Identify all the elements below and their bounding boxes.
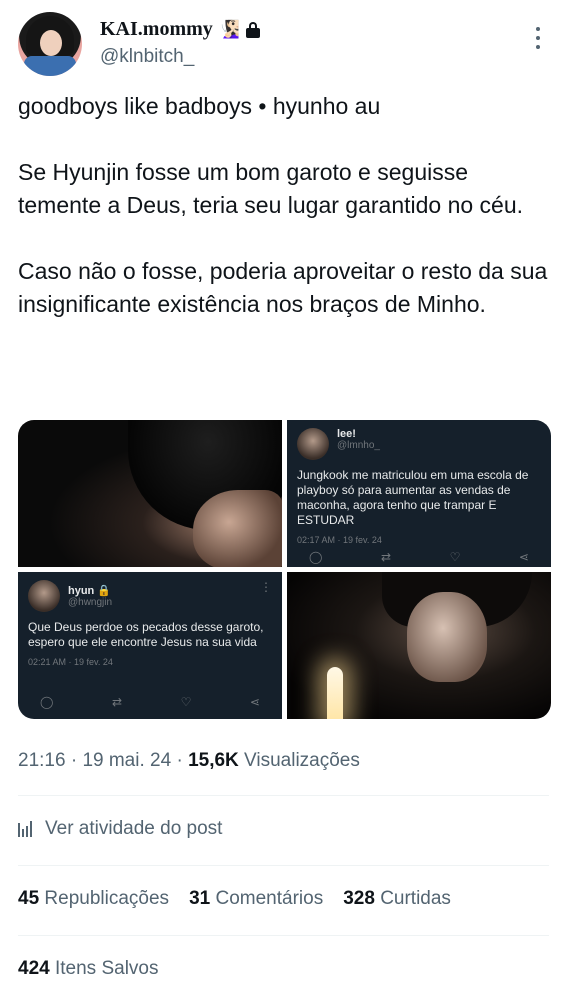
user-handle[interactable]: @klnbitch_ — [100, 46, 194, 68]
like-icon: ♡ — [449, 550, 461, 564]
media-screenshot-tweet[interactable]: lee! @lmnho_ Jungkook me matriculou em u… — [287, 420, 551, 567]
separator: · — [176, 750, 183, 771]
tweet-time[interactable]: 21:16 — [18, 750, 66, 771]
mini-actions: ◯ ⇄ ♡ ⋖ — [40, 695, 260, 709]
display-name[interactable]: KAI.mommy — [100, 18, 213, 41]
likes-stat[interactable]: 328 Curtidas — [343, 888, 451, 910]
mini-tweet-header: hyun 🔒 @hwngjin — [28, 580, 272, 612]
comments-stat[interactable]: 31 Comentários — [189, 888, 323, 910]
lock-icon — [245, 21, 260, 38]
repost-icon: ⇄ — [111, 695, 123, 709]
mini-avatar — [28, 580, 60, 612]
analytics-icon — [18, 821, 36, 837]
repost-icon: ⇄ — [380, 550, 392, 564]
reply-icon: ◯ — [309, 550, 323, 564]
tweet-date[interactable]: 19 mai. 24 — [82, 750, 171, 771]
views-label: Visualizações — [244, 750, 360, 771]
more-options-icon[interactable] — [528, 24, 548, 52]
view-activity-button[interactable]: Ver atividade do post — [18, 818, 222, 840]
engagement-stats: 45 Republicações 31 Comentários 328 Curt… — [18, 888, 451, 910]
mini-more-icon: ⋮ — [260, 580, 272, 594]
media-photo[interactable] — [287, 572, 551, 719]
like-icon: ♡ — [180, 695, 192, 709]
share-icon: ⋖ — [249, 695, 260, 709]
share-icon: ⋖ — [518, 550, 529, 564]
tweet-paragraph: Se Hyunjin fosse um bom garoto e seguiss… — [18, 159, 524, 218]
saves-stat[interactable]: 424 Itens Salvos — [18, 958, 158, 980]
mini-tweet-time: 02:21 AM · 19 fev. 24 — [28, 657, 113, 667]
tweet-title-line: goodboys like badboys • hyunho au — [18, 93, 381, 119]
author-name-row: KAI.mommy 🧏🏻‍♀️ — [100, 18, 260, 41]
avatar[interactable] — [18, 12, 82, 76]
views-count: 15,6K — [188, 750, 239, 771]
separator: · — [70, 750, 78, 771]
view-activity-label: Ver atividade do post — [45, 818, 223, 839]
mini-handle: @hwngjin — [68, 597, 113, 608]
tweet-header: KAI.mommy 🧏🏻‍♀️ @klnbitch_ — [0, 0, 569, 90]
mini-lock-icon: 🔒 — [97, 585, 112, 597]
tweet-text: goodboys like badboys • hyunho au Se Hyu… — [18, 90, 553, 321]
mini-handle: @lmnho_ — [337, 439, 380, 451]
mini-tweet-text: Que Deus perdoe os pecados desse garoto,… — [28, 620, 264, 649]
media-screenshot-tweet[interactable]: ⋮ hyun 🔒 @hwngjin Que Deus perdoe os pec… — [18, 572, 282, 719]
reposts-stat[interactable]: 45 Republicações — [18, 888, 169, 910]
mini-tweet-header: lee! @lmnho_ — [297, 428, 541, 460]
mini-avatar — [297, 428, 329, 460]
deaf-person-emoji: 🧏🏻‍♀️ — [218, 19, 240, 39]
divider — [18, 935, 549, 936]
mini-actions: ◯ ⇄ ♡ ⋖ — [309, 550, 529, 564]
divider — [18, 865, 549, 866]
mini-name: hyun 🔒 — [68, 585, 112, 597]
mini-tweet-time: 02:17 AM · 19 fev. 24 — [297, 535, 382, 545]
media-grid: lee! @lmnho_ Jungkook me matriculou em u… — [18, 420, 551, 719]
mini-name: lee! — [337, 427, 356, 440]
media-photo[interactable] — [18, 420, 282, 567]
tweet-timestamp-row: 21:16 · 19 mai. 24 · 15,6K Visualizações — [18, 750, 360, 772]
mini-tweet-text: Jungkook me matriculou em uma escola de … — [297, 468, 529, 527]
tweet-paragraph: Caso não o fosse, poderia aproveitar o r… — [18, 258, 548, 317]
divider — [18, 795, 549, 796]
reply-icon: ◯ — [40, 695, 54, 709]
